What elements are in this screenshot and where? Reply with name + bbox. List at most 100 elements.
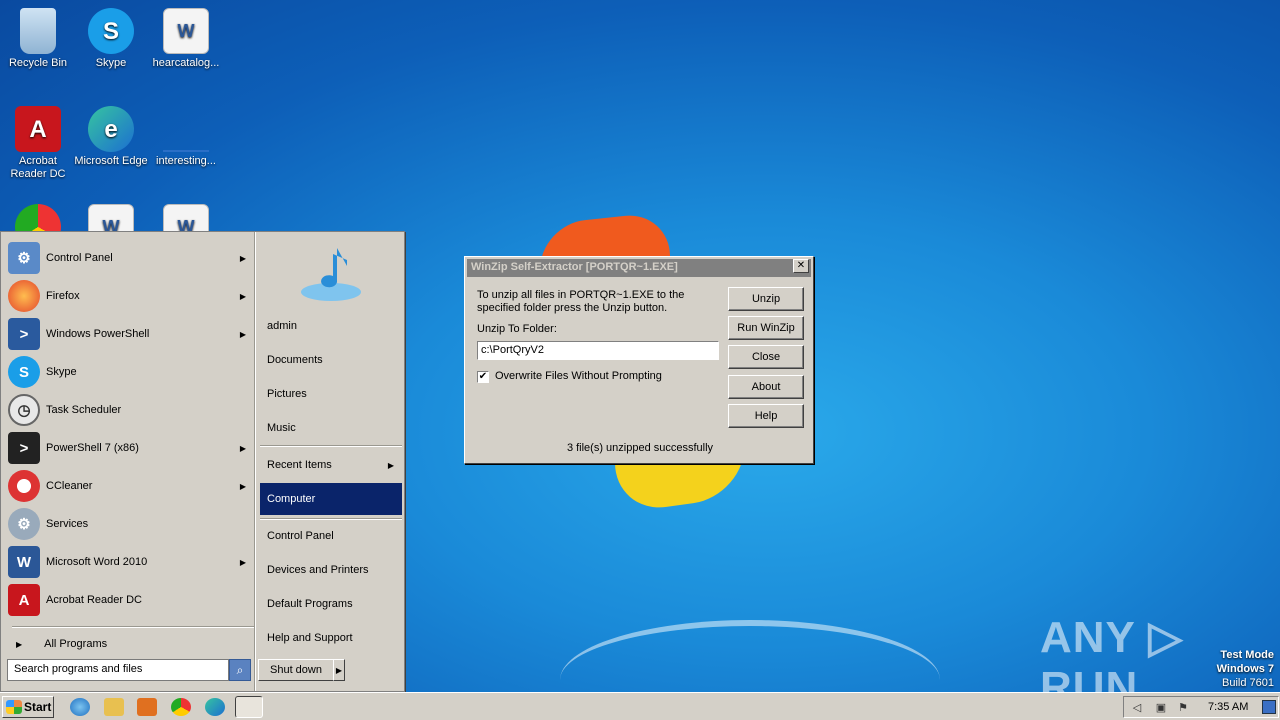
documents-label: Documents [267,354,323,366]
start-right-help-support[interactable]: Help and Support [260,622,402,654]
start-item-label: Acrobat Reader DC [46,594,142,606]
control-panel-icon: ⚙ [8,242,40,274]
start-item-label: Services [46,518,89,530]
about-button[interactable]: About [728,375,804,399]
start-button[interactable]: Start [2,696,54,718]
computer-label: Computer [267,493,316,505]
desktop-icon-label: Microsoft Edge [74,155,148,167]
start-item-firefox[interactable]: Firefox ▶ [8,279,254,313]
default-programs-label: Default Programs [267,598,353,610]
edge-icon[interactable] [205,698,225,716]
start-right-music[interactable]: Music [260,412,402,444]
folder-label: Unzip To Folder: [477,323,557,335]
folder-input[interactable]: c:\PortQryV2 [477,341,719,360]
overwrite-checkbox[interactable]: ✔ [477,371,489,383]
user-picture-music-icon[interactable] [297,242,365,306]
start-item-control-panel[interactable]: ⚙ Control Panel ▶ [8,241,254,275]
start-menu-programs: ⚙ Control Panel ▶ Firefox ▶ > Windows Po… [4,235,254,655]
desktop-icon-label: interesting... [156,155,216,167]
start-item-label: Task Scheduler [46,404,122,416]
edge-icon: e [88,106,134,152]
all-programs-button[interactable]: ▶ All Programs [12,635,252,653]
help-button[interactable]: Help [728,404,804,428]
test-mode-notice: Test Mode Windows 7 Build 7601 [1217,648,1274,690]
start-right-documents[interactable]: Documents [260,344,402,376]
start-item-task-scheduler[interactable]: ◷ Task Scheduler [8,393,254,427]
skype-icon: S [8,356,40,388]
start-item-label: Skype [46,366,77,378]
overwrite-label[interactable]: Overwrite Files Without Prompting [495,370,662,382]
show-desktop-button[interactable] [1262,700,1276,714]
acrobat-icon: A [15,106,61,152]
network-icon[interactable]: ▣ [1154,701,1168,715]
start-item-label: Windows PowerShell [46,328,150,340]
desktop-icon-hearcatalog[interactable]: W hearcatalog... [148,8,224,70]
start-right-devices-printers[interactable]: Devices and Printers [260,554,402,586]
pictures-label: Pictures [267,388,307,400]
desktop-icon-label: Skype [95,57,127,69]
shutdown-button[interactable]: Shut down [258,659,334,681]
powershell-icon: > [8,318,40,350]
winzip-dialog: WinZip Self-Extractor [PORTQR~1.EXE] ✕ T… [464,256,814,464]
acrobat-icon: A [8,584,40,616]
desktop-icon-acrobat[interactable]: A Acrobat Reader DC [0,106,76,181]
run-winzip-button[interactable]: Run WinZip [728,316,804,340]
os-label: Windows 7 [1216,663,1274,675]
start-right-computer[interactable]: Computer [260,483,402,515]
start-item-acrobat[interactable]: A Acrobat Reader DC [8,583,254,617]
word-icon: W [8,546,40,578]
action-center-flag-icon[interactable]: ⚑ [1176,701,1190,715]
skype-icon: S [88,8,134,54]
clock-icon: ◷ [8,394,40,426]
dialog-title: WinZip Self-Extractor [PORTQR~1.EXE] [467,259,811,277]
start-right-default-programs[interactable]: Default Programs [260,588,402,620]
search-icon[interactable]: ⌕ [229,659,251,681]
submenu-arrow-icon: ▶ [239,557,246,567]
start-right-admin[interactable]: admin [260,310,402,342]
start-item-label: PowerShell 7 (x86) [46,442,139,454]
start-right-control-panel[interactable]: Control Panel [260,520,402,552]
start-item-powershell7[interactable]: > PowerShell 7 (x86) ▶ [8,431,254,465]
shutdown-options-button[interactable]: ▶ [333,659,345,681]
desktop-icon-edge[interactable]: e Microsoft Edge [73,106,149,168]
recycle-bin-icon [20,8,56,54]
windows-flag-icon [6,700,22,714]
desktop-icon-label: hearcatalog... [152,57,220,69]
winzip-taskbar-button[interactable] [235,696,263,718]
start-item-skype[interactable]: S Skype [8,355,254,389]
submenu-arrow-icon: ▶ [239,253,246,263]
unzip-button[interactable]: Unzip [728,287,804,311]
chrome-icon[interactable] [171,698,191,716]
all-programs-label: All Programs [44,638,108,650]
close-icon[interactable]: ✕ [793,259,809,273]
start-item-label: Control Panel [46,252,113,264]
start-right-pictures[interactable]: Pictures [260,378,402,410]
start-item-label: CCleaner [46,480,93,492]
close-button[interactable]: Close [728,345,804,369]
internet-explorer-icon[interactable] [70,698,90,716]
desktop-icon-recycle-bin[interactable]: Recycle Bin [0,8,76,70]
start-item-powershell[interactable]: > Windows PowerShell ▶ [8,317,254,351]
clock[interactable]: 7:35 AM [1208,701,1248,713]
recent-items-label: Recent Items [267,459,332,471]
separator [12,626,254,628]
desktop-icon-skype[interactable]: S Skype [73,8,149,70]
dialog-message: To unzip all files in PORTQR~1.EXE to th… [477,289,685,314]
start-item-ccleaner[interactable]: CCleaner ▶ [8,469,254,503]
gear-icon: ⚙ [8,508,40,540]
start-item-label: Firefox [46,290,80,302]
start-item-services[interactable]: ⚙ Services [8,507,254,541]
admin-label: admin [267,320,297,332]
file-explorer-icon[interactable] [104,698,124,716]
powershell7-icon: > [8,432,40,464]
music-label: Music [267,422,296,434]
media-player-icon[interactable] [137,698,157,716]
control-panel-label: Control Panel [267,530,334,542]
search-input[interactable]: Search programs and files [7,659,229,681]
desktop-icon-interesting[interactable]: interesting... [148,106,224,168]
start-item-word[interactable]: W Microsoft Word 2010 ▶ [8,545,254,579]
start-right-recent-items[interactable]: Recent Items ▶ [260,449,402,481]
desktop-icon-label: Acrobat Reader DC [10,155,66,180]
speaker-icon[interactable]: ◁ [1130,701,1144,715]
test-mode-label: Test Mode [1220,649,1274,661]
